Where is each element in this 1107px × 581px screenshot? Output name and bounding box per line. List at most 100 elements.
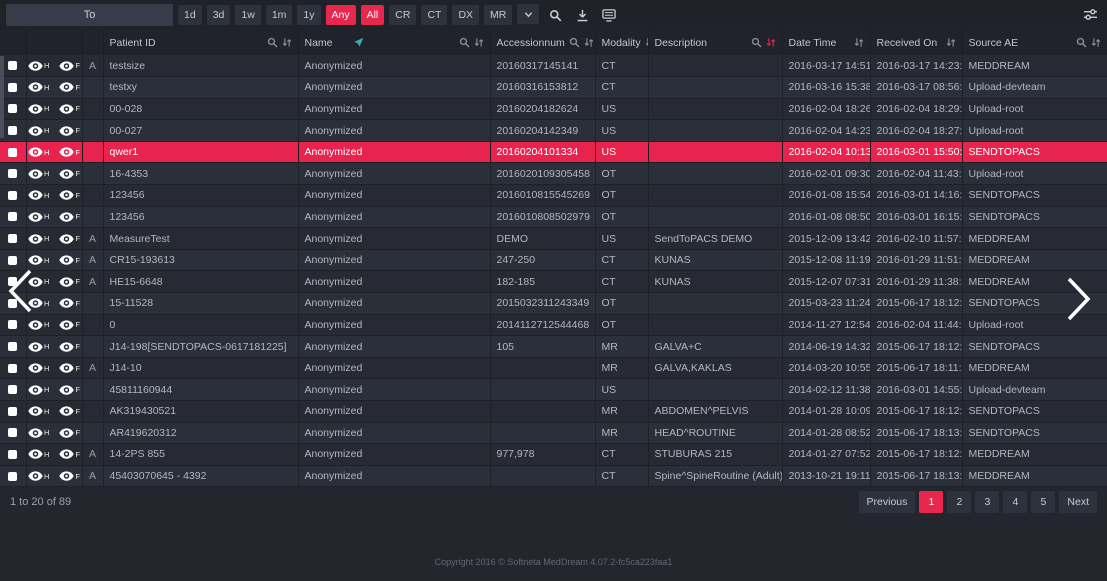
table-row[interactable]: HF15-11528Anonymized2015032311243349OT20…: [0, 293, 1107, 315]
row-checkbox[interactable]: [8, 104, 17, 113]
column-header-name[interactable]: Name: [298, 30, 490, 55]
row-checkbox[interactable]: [8, 256, 17, 265]
search-icon[interactable]: [267, 37, 278, 48]
open-flash-viewer-button[interactable]: F: [59, 169, 80, 179]
row-checkbox[interactable]: [8, 407, 17, 416]
page-button-5[interactable]: 5: [1031, 491, 1055, 513]
previous-page-button[interactable]: Previous: [859, 491, 916, 513]
row-checkbox[interactable]: [8, 320, 17, 329]
table-row[interactable]: HF00-028Anonymized20160204182624US2016-0…: [0, 98, 1107, 120]
page-button-4[interactable]: 4: [1003, 491, 1027, 513]
pin-icon[interactable]: [353, 37, 364, 48]
row-checkbox[interactable]: [8, 148, 17, 157]
modality-filter-mr[interactable]: MR: [484, 5, 512, 25]
table-row[interactable]: HFAR419620312AnonymizedMRHEAD^ROUTINE201…: [0, 422, 1107, 444]
table-scrollbar-thumb[interactable]: [0, 56, 4, 138]
open-flash-viewer-button[interactable]: F: [59, 320, 80, 330]
row-checkbox[interactable]: [8, 191, 17, 200]
row-checkbox[interactable]: [8, 169, 17, 178]
search-icon[interactable]: [569, 37, 580, 48]
sort-icon[interactable]: [1091, 37, 1101, 48]
table-row[interactable]: HFtestxyAnonymized20160316153812CT2016-0…: [0, 77, 1107, 99]
open-flash-viewer-button[interactable]: F: [59, 82, 80, 92]
open-flash-viewer-button[interactable]: F: [59, 406, 80, 416]
column-header-patient-id[interactable]: Patient ID: [103, 30, 298, 55]
range-filter-1d[interactable]: 1d: [178, 5, 202, 25]
table-row[interactable]: HF0Anonymized2014112712544468OT2014-11-2…: [0, 314, 1107, 336]
table-row[interactable]: HFA45403070645 - 4392AnonymizedCTSpine^S…: [0, 465, 1107, 487]
row-checkbox[interactable]: [8, 428, 17, 437]
range-filter-3d[interactable]: 3d: [207, 5, 231, 25]
next-page-chevron[interactable]: [1065, 276, 1093, 327]
open-html-viewer-button[interactable]: H: [28, 190, 49, 200]
modality-filter-all[interactable]: All: [361, 5, 385, 25]
open-html-viewer-button[interactable]: H: [28, 212, 49, 222]
open-html-viewer-button[interactable]: H: [28, 169, 49, 179]
table-row[interactable]: HFAtestsizeAnonymized20160317145141CT201…: [0, 55, 1107, 77]
sort-icon[interactable]: [854, 37, 864, 48]
table-row[interactable]: HF00-027Anonymized20160204142349US2016-0…: [0, 120, 1107, 142]
row-checkbox[interactable]: [8, 385, 17, 394]
open-html-viewer-button[interactable]: H: [28, 61, 49, 71]
open-html-viewer-button[interactable]: H: [28, 363, 49, 373]
open-html-viewer-button[interactable]: H: [28, 147, 49, 157]
page-button-3[interactable]: 3: [975, 491, 999, 513]
column-header-received-on[interactable]: Received On: [870, 30, 962, 55]
download-button[interactable]: [571, 4, 593, 26]
search-icon[interactable]: [751, 37, 762, 48]
table-row[interactable]: HFAHE15-6648Anonymized182-185CTKUNAS2015…: [0, 271, 1107, 293]
page-button-1[interactable]: 1: [919, 491, 943, 513]
sort-icon[interactable]: [282, 37, 292, 48]
open-flash-viewer-button[interactable]: F: [59, 363, 80, 373]
row-checkbox[interactable]: [8, 126, 17, 135]
column-header-description[interactable]: Description: [648, 30, 782, 55]
range-filter-any[interactable]: Any: [326, 5, 356, 25]
table-row[interactable]: HFqwer1Anonymized20160204101334US2016-02…: [0, 141, 1107, 163]
column-header-date-time[interactable]: Date Time: [782, 30, 870, 55]
open-flash-viewer-button[interactable]: F: [59, 104, 80, 114]
table-row[interactable]: HF45811160944AnonymizedUS2014-02-12 11:3…: [0, 379, 1107, 401]
open-html-viewer-button[interactable]: H: [28, 385, 49, 395]
table-row[interactable]: HFAK319430521AnonymizedMRABDOMEN^PELVIS2…: [0, 401, 1107, 423]
search-icon[interactable]: [459, 37, 470, 48]
column-header-source-ae[interactable]: Source AE: [962, 30, 1107, 55]
open-html-viewer-button[interactable]: H: [28, 320, 49, 330]
row-checkbox[interactable]: [8, 234, 17, 243]
row-checkbox[interactable]: [8, 472, 17, 481]
row-checkbox[interactable]: [8, 212, 17, 221]
more-modalities-dropdown[interactable]: [517, 4, 539, 24]
open-html-viewer-button[interactable]: H: [28, 342, 49, 352]
date-to-input[interactable]: [6, 4, 173, 26]
modality-filter-ct[interactable]: CT: [421, 5, 447, 25]
range-filter-1w[interactable]: 1w: [235, 5, 260, 25]
search-button[interactable]: [544, 4, 566, 26]
table-row[interactable]: HFA14-2PS 855Anonymized977,978CTSTUBURAS…: [0, 444, 1107, 466]
sort-icon[interactable]: [584, 37, 594, 48]
open-flash-viewer-button[interactable]: F: [59, 234, 80, 244]
table-row[interactable]: HFACR15-193613Anonymized247-250CTKUNAS20…: [0, 249, 1107, 271]
search-icon[interactable]: [1076, 37, 1087, 48]
settings-button[interactable]: [1079, 4, 1101, 26]
media-export-button[interactable]: [598, 4, 620, 26]
row-checkbox[interactable]: [8, 450, 17, 459]
open-html-viewer-button[interactable]: H: [28, 428, 49, 438]
row-checkbox[interactable]: [8, 342, 17, 351]
open-flash-viewer-button[interactable]: F: [59, 471, 80, 481]
row-checkbox[interactable]: [8, 83, 17, 92]
modality-filter-dx[interactable]: DX: [452, 5, 479, 25]
page-button-2[interactable]: 2: [947, 491, 971, 513]
open-flash-viewer-button[interactable]: F: [59, 147, 80, 157]
previous-page-chevron[interactable]: [6, 268, 34, 319]
table-row[interactable]: HF123456Anonymized2016010808502979OT2016…: [0, 206, 1107, 228]
row-checkbox[interactable]: [8, 61, 17, 70]
table-row[interactable]: HFAMeasureTestAnonymizedDEMOUSSendToPACS…: [0, 228, 1107, 250]
open-flash-viewer-button[interactable]: F: [59, 212, 80, 222]
sort-icon[interactable]: [946, 37, 956, 48]
open-flash-viewer-button[interactable]: F: [59, 298, 80, 308]
table-row[interactable]: HF16-4353Anonymized2016020109305458OT201…: [0, 163, 1107, 185]
row-checkbox[interactable]: [8, 364, 17, 373]
open-html-viewer-button[interactable]: H: [28, 255, 49, 265]
modality-filter-cr[interactable]: CR: [389, 5, 416, 25]
range-filter-1m[interactable]: 1m: [266, 5, 293, 25]
table-row[interactable]: HFAJ14-10AnonymizedMRGALVA,KAKLAS2014-03…: [0, 357, 1107, 379]
